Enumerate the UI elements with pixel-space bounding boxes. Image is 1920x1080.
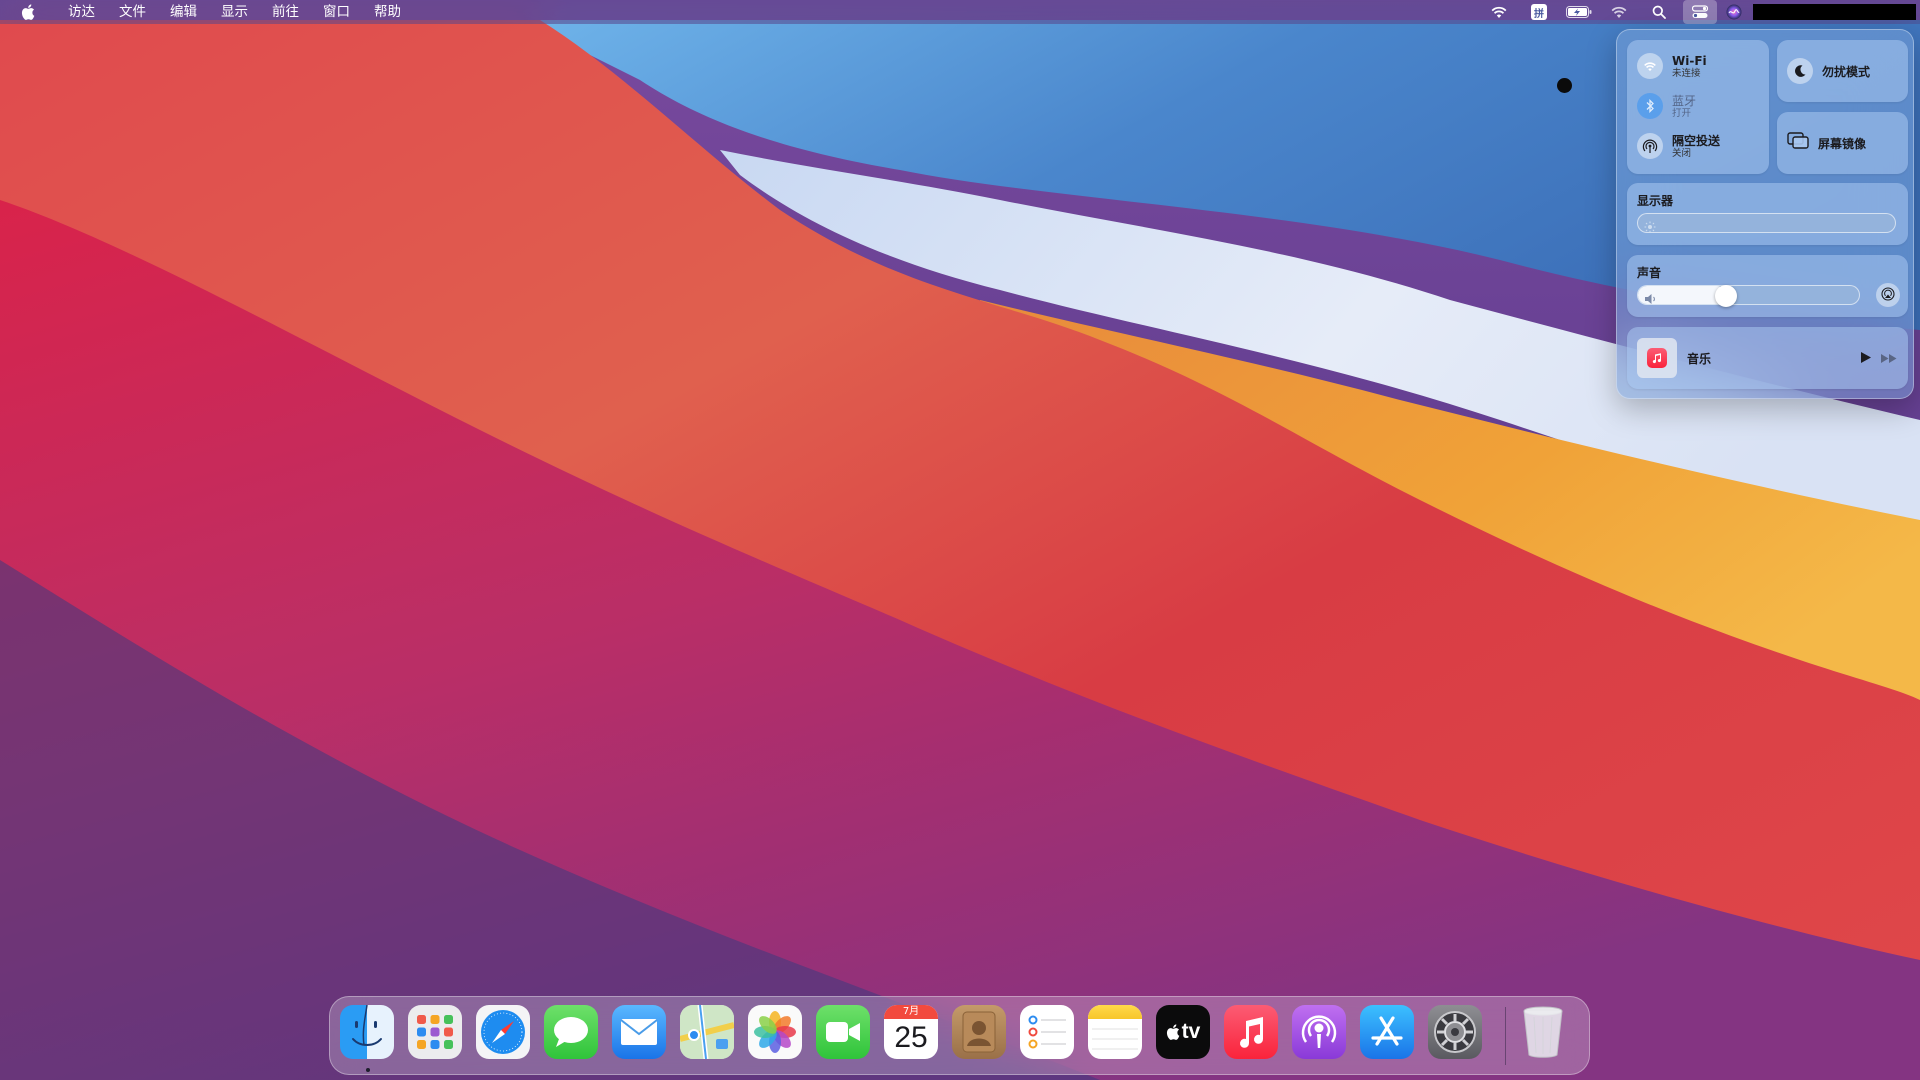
dock-reminders-icon[interactable] bbox=[1020, 1005, 1074, 1059]
moon-icon bbox=[1787, 58, 1813, 84]
display-tile: 显示器 bbox=[1627, 183, 1908, 245]
dock-photos-icon[interactable] bbox=[748, 1005, 802, 1059]
dock-app-store-icon[interactable] bbox=[1360, 1005, 1414, 1059]
dock-facetime-icon[interactable] bbox=[816, 1005, 870, 1059]
sound-tile: 声音 bbox=[1627, 255, 1908, 317]
wifi-status-icon[interactable] bbox=[1479, 0, 1519, 24]
dock-apple-tv-icon[interactable]: tv bbox=[1156, 1005, 1210, 1059]
volume-slider[interactable] bbox=[1637, 285, 1860, 305]
finder-running-indicator bbox=[366, 1068, 370, 1072]
wifi-status: 未连接 bbox=[1672, 67, 1701, 79]
spotlight-search-icon[interactable] bbox=[1639, 0, 1679, 24]
play-icon[interactable] bbox=[1860, 349, 1872, 368]
menu-window[interactable]: 窗口 bbox=[311, 0, 362, 24]
wifi-toggle[interactable]: Wi-Fi 未连接 bbox=[1637, 53, 1707, 79]
siri-icon[interactable] bbox=[1721, 0, 1747, 24]
dock-trash-icon[interactable] bbox=[1516, 1005, 1570, 1059]
menu-go[interactable]: 前往 bbox=[260, 0, 311, 24]
screen-mirroring-icon bbox=[1787, 132, 1809, 154]
menu-edit[interactable]: 编辑 bbox=[158, 0, 209, 24]
do-not-disturb-tile[interactable]: 勿扰模式 bbox=[1777, 40, 1908, 102]
dock-notes-icon[interactable] bbox=[1088, 1005, 1142, 1059]
battery-icon[interactable] bbox=[1559, 0, 1599, 24]
dock-messages-icon[interactable] bbox=[544, 1005, 598, 1059]
brightness-icon bbox=[1644, 218, 1656, 232]
airdrop-icon bbox=[1637, 133, 1663, 159]
wifi-icon[interactable] bbox=[1599, 0, 1639, 24]
input-method-icon[interactable]: 拼 bbox=[1519, 0, 1559, 24]
do-not-disturb-label: 勿扰模式 bbox=[1822, 64, 1871, 79]
fast-forward-icon[interactable] bbox=[1880, 349, 1898, 368]
dock-launchpad-icon[interactable] bbox=[408, 1005, 462, 1059]
dock-podcasts-icon[interactable] bbox=[1292, 1005, 1346, 1059]
dock-music-icon[interactable] bbox=[1224, 1005, 1278, 1059]
airdrop-toggle[interactable]: 隔空投送 关闭 bbox=[1637, 133, 1720, 159]
album-art bbox=[1637, 338, 1677, 378]
music-app-icon bbox=[1647, 348, 1667, 368]
airplay-icon bbox=[1881, 286, 1895, 305]
dock: 7月 25 tv bbox=[329, 996, 1590, 1075]
menu-view[interactable]: 显示 bbox=[209, 0, 260, 24]
sound-title: 声音 bbox=[1637, 266, 1662, 280]
bluetooth-icon bbox=[1637, 93, 1663, 119]
menu-file[interactable]: 文件 bbox=[107, 0, 158, 24]
screen-mirroring-tile[interactable]: 屏幕镜像 bbox=[1777, 112, 1908, 174]
menu-finder[interactable]: 访达 bbox=[56, 0, 107, 24]
control-center-icon[interactable] bbox=[1683, 0, 1717, 24]
dock-finder-icon[interactable] bbox=[340, 1005, 394, 1059]
input-method-label: 拼 bbox=[1531, 4, 1547, 20]
speaker-icon bbox=[1644, 290, 1658, 304]
calendar-month: 7月 bbox=[884, 1005, 938, 1019]
now-playing-tile[interactable]: 音乐 bbox=[1627, 327, 1908, 389]
airdrop-title: 隔空投送 bbox=[1672, 133, 1721, 148]
brightness-slider[interactable] bbox=[1637, 213, 1896, 233]
dock-mail-icon[interactable] bbox=[612, 1005, 666, 1059]
dock-safari-icon[interactable] bbox=[476, 1005, 530, 1059]
menu-bar: 访达 文件 编辑 显示 前往 窗口 帮助 拼 bbox=[0, 0, 1920, 24]
airplay-audio-button[interactable] bbox=[1876, 283, 1900, 307]
apple-menu-icon[interactable] bbox=[0, 0, 56, 24]
airdrop-status: 关闭 bbox=[1672, 147, 1692, 159]
now-playing-label: 音乐 bbox=[1687, 351, 1712, 366]
bluetooth-toggle[interactable]: 蓝牙 打开 bbox=[1637, 93, 1696, 119]
wifi-title: Wi-Fi bbox=[1672, 53, 1707, 68]
control-center-panel: Wi-Fi 未连接 蓝牙 打开 隔空投送 关闭 勿扰模式 屏幕镜像 显示器 声音… bbox=[1616, 29, 1914, 399]
bluetooth-status: 打开 bbox=[1672, 107, 1692, 119]
wifi-icon bbox=[1637, 53, 1663, 79]
bluetooth-title: 蓝牙 bbox=[1672, 93, 1697, 108]
calendar-day: 25 bbox=[894, 1021, 928, 1054]
connectivity-tile: Wi-Fi 未连接 蓝牙 打开 隔空投送 关闭 bbox=[1627, 40, 1769, 174]
dock-contacts-icon[interactable] bbox=[952, 1005, 1006, 1059]
menu-help[interactable]: 帮助 bbox=[362, 0, 413, 24]
screen-mirroring-label: 屏幕镜像 bbox=[1818, 136, 1867, 151]
apple-tv-label: tv bbox=[1181, 1020, 1201, 1043]
mouse-cursor bbox=[1557, 78, 1572, 93]
display-title: 显示器 bbox=[1637, 194, 1674, 208]
dock-maps-icon[interactable] bbox=[680, 1005, 734, 1059]
dock-system-preferences-icon[interactable] bbox=[1428, 1005, 1482, 1059]
dock-calendar-icon[interactable]: 7月 25 bbox=[884, 1005, 938, 1059]
dock-separator bbox=[1505, 1007, 1506, 1065]
redacted-clock-area bbox=[1753, 4, 1916, 20]
